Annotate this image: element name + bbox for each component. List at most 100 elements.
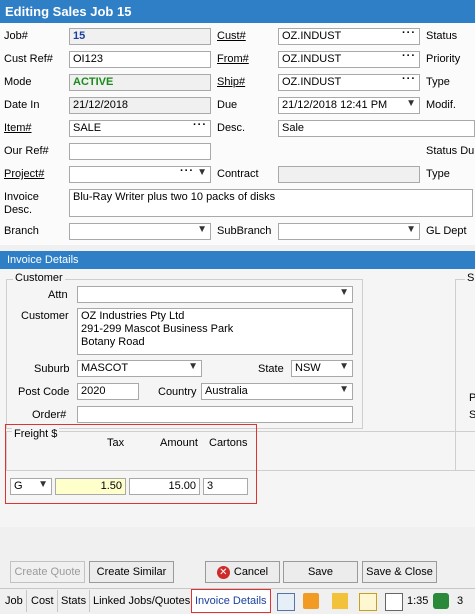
folder-icon[interactable] — [332, 593, 348, 609]
due-label: Due — [217, 99, 238, 111]
gl-dept-label: GL Dept — [426, 225, 467, 237]
cust-field[interactable]: OZ.INDUST ··· — [278, 28, 420, 45]
mode-field: ACTIVE — [69, 74, 211, 91]
job-number-field: 15 — [69, 28, 211, 45]
datein-field: 21/12/2018 — [69, 97, 211, 114]
state-select[interactable]: NSW ▼ — [291, 360, 353, 377]
chevron-down-icon[interactable]: ▼ — [339, 287, 349, 298]
cust-label[interactable]: Cust# — [217, 30, 246, 42]
customer-group-label: Customer — [13, 272, 65, 284]
save-button[interactable]: Save — [283, 561, 358, 583]
type-label: Type — [426, 76, 450, 88]
item-label[interactable]: Item# — [4, 122, 32, 134]
money-icon[interactable] — [433, 593, 449, 609]
suburb-value: MASCOT — [81, 362, 129, 374]
order-field[interactable] — [77, 406, 353, 423]
due-datetime-field[interactable]: 21/12/2018 12:41 PM ▼ — [278, 97, 420, 114]
tab-cost[interactable]: Cost — [28, 590, 58, 612]
invoice-details-header: Invoice Details — [0, 251, 475, 269]
contract-label: Contract — [217, 168, 259, 180]
invdesc-label-1: Invoice — [4, 191, 39, 203]
project-label[interactable]: Project# — [4, 168, 44, 180]
address-line-2: 291-299 Mascot Business Park — [81, 323, 234, 335]
project-lookup-icon[interactable]: ··· — [180, 167, 194, 177]
from-field[interactable]: OZ.INDUST ··· — [278, 51, 420, 68]
country-value: Australia — [205, 385, 248, 397]
invoice-desc-field[interactable]: Blu-Ray Writer plus two 10 packs of disk… — [69, 189, 473, 217]
chevron-down-icon[interactable]: ▼ — [339, 361, 349, 372]
custref-label: Cust Ref# — [4, 53, 53, 65]
section-title: Invoice Details — [7, 254, 79, 266]
mode-label: Mode — [4, 76, 32, 88]
contract-field — [278, 166, 420, 183]
chevron-down-icon[interactable]: ▼ — [38, 479, 48, 490]
from-value: OZ.INDUST — [282, 53, 342, 65]
job-header-form: Job# Cust Ref# Mode Date In Item# Our Re… — [0, 23, 475, 245]
item-lookup-icon[interactable]: ··· — [193, 121, 207, 131]
tab-invoice-details[interactable]: Invoice Details — [191, 589, 271, 613]
type2-label: Type — [426, 168, 450, 180]
desc-label: Desc. — [217, 122, 246, 134]
cancel-button[interactable]: ✕ Cancel — [205, 561, 280, 583]
chevron-down-icon[interactable]: ▼ — [188, 361, 198, 372]
title-bar: Editing Sales Job 15 — [0, 0, 475, 23]
bottom-tab-bar: Job Cost Stats Linked Jobs/Quotes Invoic… — [0, 588, 475, 614]
suburb-select[interactable]: MASCOT ▼ — [77, 360, 202, 377]
chevron-down-icon[interactable]: ▼ — [406, 224, 416, 235]
postcode-field[interactable]: 2020 — [77, 383, 139, 400]
notes-icon[interactable] — [359, 593, 377, 611]
ship-lookup-icon[interactable]: ··· — [402, 75, 416, 85]
datein-label: Date In — [4, 99, 40, 111]
attn-select[interactable]: ▼ — [77, 286, 353, 303]
due-value: 21/12/2018 12:41 PM — [282, 99, 388, 111]
chevron-down-icon[interactable]: ▼ — [197, 224, 207, 235]
country-label: Country — [158, 386, 197, 398]
cartons-field[interactable]: 3 — [203, 478, 248, 495]
tax-field[interactable]: 1.50 — [55, 478, 126, 495]
invdesc-label-2: Desc. — [4, 204, 33, 216]
state-value: NSW — [295, 362, 321, 374]
item-field[interactable]: SALE ··· — [69, 120, 211, 137]
attn-label: Attn — [48, 289, 68, 301]
create-similar-button[interactable]: Create Similar — [89, 561, 174, 583]
branch-select[interactable]: ▼ — [69, 223, 211, 240]
branch-label: Branch — [4, 225, 39, 237]
item-value: SALE — [73, 122, 102, 134]
right-partial-label-1: P — [469, 392, 475, 404]
subbranch-label: SubBranch — [217, 225, 272, 237]
from-label[interactable]: From# — [217, 53, 249, 65]
right-partial-label-2: S — [469, 409, 475, 421]
desc-field[interactable]: Sale — [278, 120, 475, 137]
tax-code-select[interactable]: G ▼ — [10, 478, 52, 495]
tab-stats[interactable]: Stats — [58, 590, 91, 612]
amount-label: Amount — [160, 437, 198, 449]
from-lookup-icon[interactable]: ··· — [402, 52, 416, 62]
freight-label: Freight $ — [12, 428, 60, 440]
tax-label: Tax — [107, 437, 125, 449]
address-line-1: OZ Industries Pty Ltd — [81, 310, 185, 322]
save-close-button[interactable]: Save & Close — [362, 561, 437, 583]
attachment-icon[interactable] — [385, 593, 403, 611]
ourref-label: Our Ref# — [4, 145, 49, 157]
right-group-label-partial: Sl — [465, 272, 475, 284]
cust-lookup-icon[interactable]: ··· — [402, 29, 416, 39]
ship-field[interactable]: OZ.INDUST ··· — [278, 74, 420, 91]
create-quote-button[interactable]: Create Quote — [10, 561, 85, 583]
tab-linked-jobs-quotes[interactable]: Linked Jobs/Quotes — [90, 590, 195, 612]
clipboard-icon[interactable] — [303, 593, 319, 609]
custref-field[interactable]: OI123 — [69, 51, 211, 68]
cancel-label: Cancel — [233, 566, 269, 578]
chevron-down-icon[interactable]: ▼ — [339, 384, 349, 395]
subbranch-select[interactable]: ▼ — [278, 223, 420, 240]
amount-field[interactable]: 15.00 — [129, 478, 200, 495]
country-select[interactable]: Australia ▼ — [201, 383, 353, 400]
customer-address-field[interactable]: OZ Industries Pty Ltd 291-299 Mascot Bus… — [77, 308, 353, 355]
chevron-down-icon[interactable]: ▼ — [406, 98, 416, 109]
window-title: Editing Sales Job 15 — [5, 4, 132, 19]
tab-job[interactable]: Job — [2, 590, 27, 612]
project-field[interactable]: ··· ▼ — [69, 166, 211, 183]
ourref-field[interactable] — [69, 143, 211, 160]
chevron-down-icon[interactable]: ▼ — [197, 167, 207, 178]
ship-label[interactable]: Ship# — [217, 76, 245, 88]
document-icon[interactable] — [277, 593, 295, 611]
